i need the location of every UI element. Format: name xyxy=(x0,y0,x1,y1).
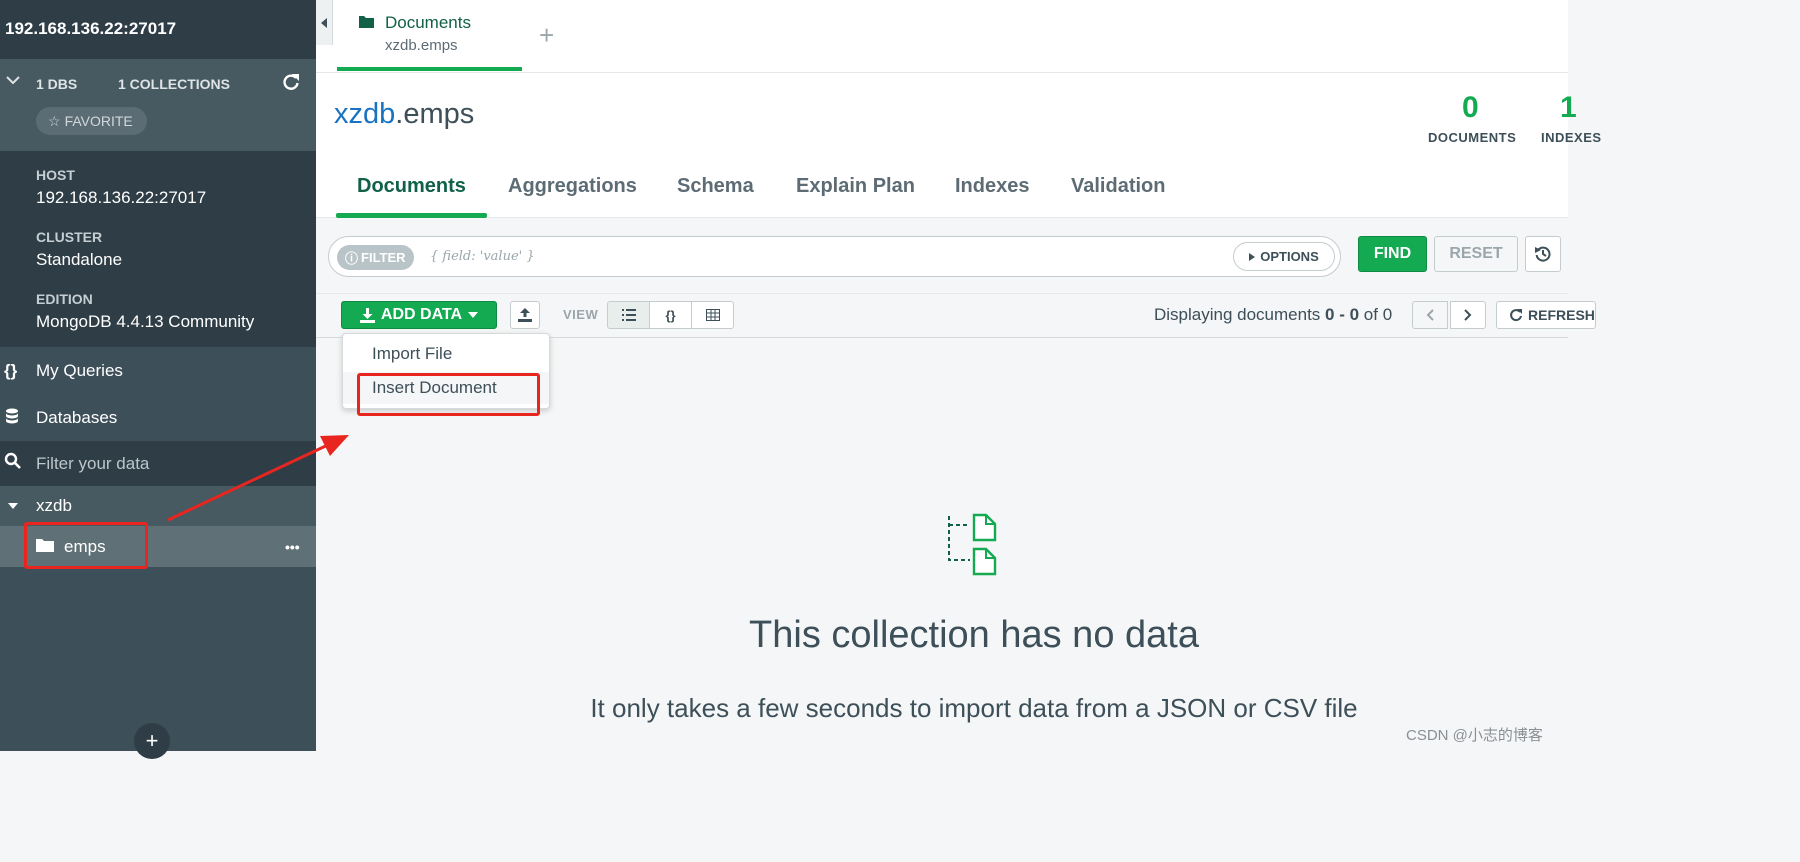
collapse-left-icon[interactable] xyxy=(316,0,333,45)
collection-db-link[interactable]: xzdb xyxy=(334,98,395,130)
star-icon: ☆ xyxy=(48,112,61,129)
filter-input[interactable]: ⓘ FILTER { field: 'value' } OPTIONS xyxy=(328,236,1341,277)
indexes-count: 1 xyxy=(1560,91,1577,124)
dbs-count: 1 DBS xyxy=(36,76,78,92)
connection-info: HOST 192.168.136.22:27017 CLUSTER Standa… xyxy=(0,151,316,347)
chevron-right-icon xyxy=(1464,309,1472,321)
view-label: VIEW xyxy=(563,307,599,322)
tab-indexes[interactable]: Indexes xyxy=(955,175,1029,198)
connection-stats: 1 DBS 1 COLLECTIONS ☆ FAVORITE xyxy=(0,59,316,151)
code-braces-icon: {} xyxy=(665,307,676,323)
favorite-label: FAVORITE xyxy=(64,113,133,129)
json-view-button[interactable]: {} xyxy=(649,301,692,329)
collection-title: xzdb.emps xyxy=(334,98,474,131)
view-switcher: {} xyxy=(607,301,734,329)
pagination-summary: Displaying documents 0 - 0 of 0 xyxy=(1154,305,1392,325)
add-database-button[interactable]: + xyxy=(134,723,170,759)
menu-item-import-file[interactable]: Import File xyxy=(343,338,549,370)
connection-title[interactable]: 192.168.136.22:27017 xyxy=(0,0,316,59)
options-button[interactable]: OPTIONS xyxy=(1233,242,1335,271)
host-label: HOST xyxy=(36,167,75,183)
query-bar: ⓘ FILTER { field: 'value' } OPTIONS FIND… xyxy=(316,218,1568,294)
add-data-button[interactable]: ADD DATA xyxy=(341,301,497,329)
tab-subtitle: xzdb.emps xyxy=(385,37,458,54)
next-page-button[interactable] xyxy=(1450,301,1486,329)
nav-my-queries-label: My Queries xyxy=(36,361,123,380)
cluster-value: Standalone xyxy=(36,250,123,269)
empty-documents-icon xyxy=(948,513,997,576)
options-label: OPTIONS xyxy=(1260,249,1319,264)
nav-databases-label: Databases xyxy=(36,408,118,427)
workspace-tabbar: Documents xzdb.emps + xyxy=(316,0,1568,73)
caret-down-icon xyxy=(468,312,479,318)
sidebar-filter[interactable]: Filter your data xyxy=(0,441,316,486)
collections-count: 1 COLLECTIONS xyxy=(118,76,231,92)
host-value: 192.168.136.22:27017 xyxy=(36,188,207,207)
tab-validation[interactable]: Validation xyxy=(1071,175,1165,198)
chevron-left-icon xyxy=(1426,309,1434,321)
caret-down-icon[interactable] xyxy=(0,496,36,516)
reset-button[interactable]: RESET xyxy=(1434,236,1518,272)
database-name: xzdb xyxy=(36,496,72,515)
table-view-button[interactable] xyxy=(691,301,734,329)
nav-my-queries[interactable]: {} My Queries xyxy=(0,348,316,394)
edition-value: MongoDB 4.4.13 Community xyxy=(36,312,255,331)
download-icon xyxy=(359,307,375,323)
code-braces-icon: {} xyxy=(4,361,18,380)
refresh-button[interactable]: REFRESH xyxy=(1496,301,1596,329)
nav-databases[interactable]: Databases xyxy=(0,395,316,441)
empty-state-title: This collection has no data xyxy=(749,614,1199,656)
list-icon xyxy=(621,309,636,321)
displaying-prefix: Displaying documents xyxy=(1154,305,1326,324)
indexes-label: INDEXES xyxy=(1541,130,1602,145)
collection-name-label: .emps xyxy=(395,98,475,130)
caret-right-icon xyxy=(1249,252,1256,261)
tab-explain-plan[interactable]: Explain Plan xyxy=(796,175,915,198)
upload-icon xyxy=(518,308,532,322)
documents-label: DOCUMENTS xyxy=(1428,130,1517,145)
favorite-button[interactable]: ☆ FAVORITE xyxy=(36,107,147,135)
list-view-button[interactable] xyxy=(607,301,650,329)
plus-icon[interactable]: + xyxy=(539,22,554,48)
tree-database-xzdb[interactable]: xzdb xyxy=(0,486,316,526)
filter-placeholder[interactable]: { field: 'value' } xyxy=(430,249,535,264)
export-button[interactable] xyxy=(510,301,540,329)
chevron-down-icon[interactable] xyxy=(6,73,20,87)
history-icon xyxy=(1535,246,1551,262)
displaying-total: 0 xyxy=(1382,305,1393,324)
ellipsis-icon[interactable]: ••• xyxy=(285,539,300,555)
tab-documents-emps[interactable]: Documents xzdb.emps xyxy=(337,0,522,71)
filter-badge: ⓘ FILTER xyxy=(337,245,414,270)
find-button[interactable]: FIND xyxy=(1358,236,1427,272)
history-button[interactable] xyxy=(1525,236,1561,272)
info-icon: ⓘ xyxy=(345,251,359,266)
tab-aggregations[interactable]: Aggregations xyxy=(508,175,637,198)
tab-title: Documents xyxy=(385,13,471,32)
database-icon xyxy=(0,407,36,430)
empty-state-subtitle: It only takes a few seconds to import da… xyxy=(590,693,1358,723)
displaying-range: 0 - 0 xyxy=(1325,305,1360,324)
add-data-label: ADD DATA xyxy=(380,306,463,323)
cluster-label: CLUSTER xyxy=(36,229,103,245)
folder-icon xyxy=(359,16,374,28)
refresh-label: REFRESH xyxy=(1528,307,1595,323)
edition-label: EDITION xyxy=(36,291,93,307)
documents-toolbar: ADD DATA VIEW {} Displaying documents 0 … xyxy=(316,294,1596,338)
collection-header: xzdb.emps 0 DOCUMENTS 1 INDEXES Document… xyxy=(316,73,1601,218)
sidebar: 192.168.136.22:27017 1 DBS 1 COLLECTIONS… xyxy=(0,0,316,759)
filter-badge-label: FILTER xyxy=(361,250,406,265)
table-icon xyxy=(705,309,720,321)
highlight-box-collection xyxy=(24,522,148,569)
search-icon xyxy=(0,452,34,475)
refresh-icon[interactable] xyxy=(281,72,301,92)
displaying-of: of xyxy=(1359,305,1383,324)
refresh-icon xyxy=(1510,309,1522,322)
watermark: CSDN @小志的博客 xyxy=(1406,727,1543,744)
previous-page-button[interactable] xyxy=(1412,301,1448,329)
tab-schema[interactable]: Schema xyxy=(677,175,754,198)
highlight-box-insert-document xyxy=(357,373,540,416)
documents-count: 0 xyxy=(1462,91,1479,124)
tab-documents[interactable]: Documents xyxy=(357,175,466,198)
sidebar-filter-input[interactable]: Filter your data xyxy=(36,454,149,474)
